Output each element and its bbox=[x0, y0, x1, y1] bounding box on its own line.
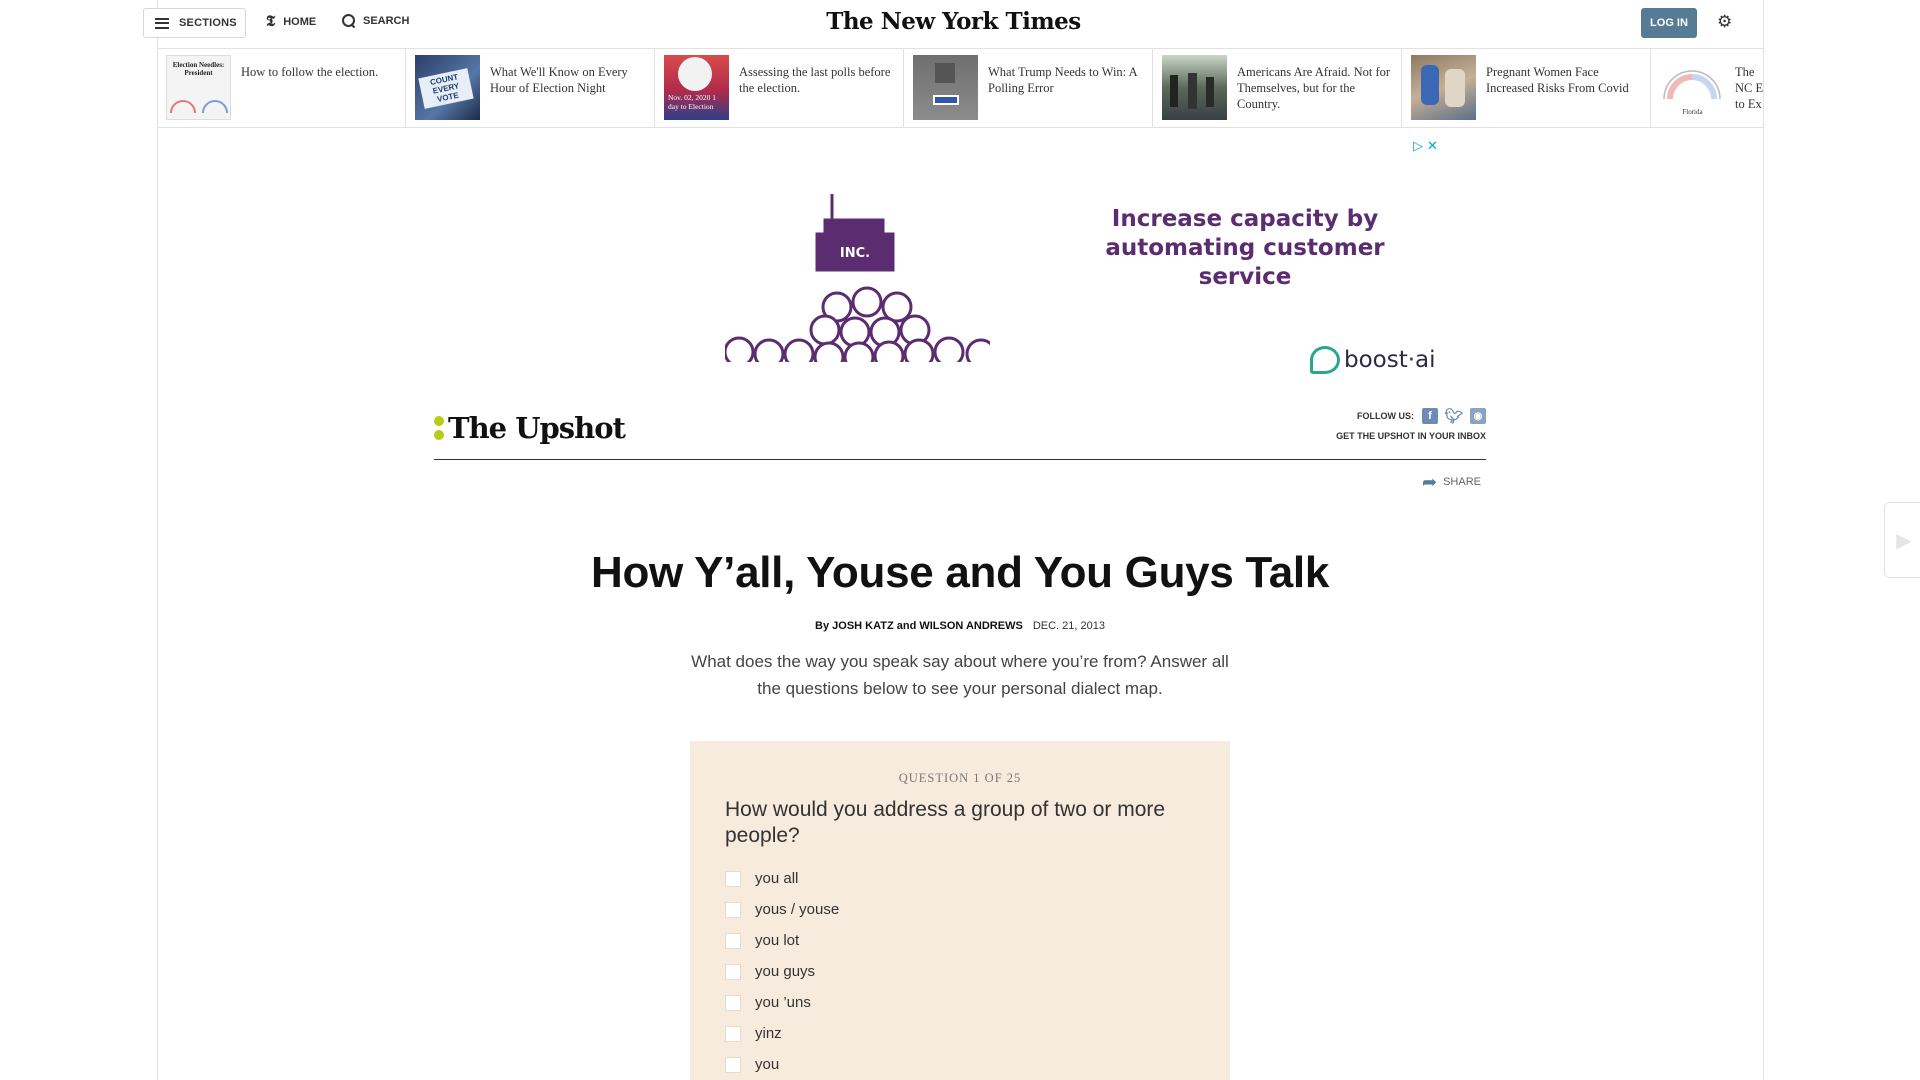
answer-label: you guys bbox=[755, 963, 816, 980]
ribbon-thumbnail: Election Needles: President bbox=[166, 55, 231, 120]
ribbon-title: How to follow the election. bbox=[241, 65, 379, 79]
share-arrow-icon: ➦ bbox=[1422, 472, 1438, 492]
chat-bubble-icon bbox=[1310, 346, 1340, 374]
needle-graphic bbox=[1663, 70, 1721, 100]
upshot-dots-icon bbox=[434, 416, 444, 440]
answer-label: yous / youse bbox=[755, 901, 840, 918]
home-label: HOME bbox=[283, 15, 317, 28]
ribbon-item[interactable]: COUNT EVERY VOTE What We'll Know on Ever… bbox=[406, 49, 655, 127]
facebook-icon[interactable]: f bbox=[1422, 408, 1438, 424]
sections-button[interactable]: SECTIONS bbox=[143, 8, 246, 38]
answer-options: you all yous / youse you lot you guys yo… bbox=[725, 863, 1185, 1080]
answer-label: yinz bbox=[755, 1025, 782, 1042]
byline-authors: By JOSH KATZ and WILSON ANDREWS bbox=[815, 620, 1023, 632]
next-article-tab[interactable]: ▶ bbox=[1884, 502, 1920, 578]
answer-checkbox[interactable] bbox=[725, 1025, 741, 1042]
ribbon-title: What We'll Know on Every Hour of Electio… bbox=[490, 65, 628, 95]
answer-option[interactable]: you lot bbox=[725, 925, 1185, 956]
thumbnail-caption: Election Needles: President bbox=[172, 61, 225, 77]
answer-checkbox[interactable] bbox=[725, 901, 741, 918]
answer-checkbox[interactable] bbox=[725, 932, 741, 949]
thumbnail-caption: Nov. 02, 2020 1 day to Election bbox=[668, 93, 717, 111]
answer-checkbox[interactable] bbox=[725, 994, 741, 1011]
answer-option[interactable]: yinz bbox=[725, 1018, 1185, 1049]
ad-brand-name: boost·ai bbox=[1344, 347, 1436, 373]
ribbon-item[interactable]: Pregnant Women Face Increased Risks From… bbox=[1402, 49, 1651, 127]
gear-icon[interactable]: ⚙ bbox=[1717, 13, 1732, 30]
rss-icon[interactable]: ◉ bbox=[1470, 408, 1486, 424]
story-ribbon: Election Needles: President How to follo… bbox=[157, 48, 1764, 128]
thumbnail-caption: Florida bbox=[1682, 108, 1703, 116]
close-icon[interactable]: ✕ bbox=[1427, 138, 1438, 154]
needle-graphic bbox=[170, 100, 228, 114]
sections-label: SECTIONS bbox=[179, 17, 237, 29]
answer-option[interactable]: you bbox=[725, 1049, 1185, 1080]
ribbon-item[interactable]: Florida The NC E to Ex bbox=[1651, 49, 1764, 127]
login-button[interactable]: LOG IN bbox=[1641, 8, 1697, 38]
ribbon-item[interactable]: What Trump Needs to Win: A Polling Error bbox=[904, 49, 1153, 127]
answer-option[interactable]: you ’uns bbox=[725, 987, 1185, 1018]
question-text: How would you address a group of two or … bbox=[725, 798, 1166, 847]
menu-icon bbox=[155, 17, 169, 29]
ribbon-title: The NC E to Ex bbox=[1735, 65, 1764, 111]
answer-checkbox[interactable] bbox=[725, 963, 741, 980]
ribbon-title: What Trump Needs to Win: A Polling Error bbox=[988, 65, 1137, 95]
answer-label: you bbox=[755, 1056, 780, 1073]
ribbon-thumbnail: Florida bbox=[1660, 55, 1725, 120]
ribbon-thumbnail bbox=[913, 55, 978, 120]
question-counter: QUESTION 1 OF 25 bbox=[898, 771, 1022, 785]
ad-choices[interactable]: ▷ ✕ bbox=[1413, 138, 1438, 154]
answer-option[interactable]: you guys bbox=[725, 956, 1185, 987]
answer-label: you all bbox=[755, 870, 799, 887]
ribbon-title: Pregnant Women Face Increased Risks From… bbox=[1486, 65, 1629, 95]
follow-block: FOLLOW US: f 🐦︎ ◉ GET THE UPSHOT IN YOUR… bbox=[1336, 406, 1486, 441]
ribbon-title: Assessing the last polls before the elec… bbox=[739, 65, 891, 95]
answer-option[interactable]: you all bbox=[725, 863, 1185, 894]
ribbon-item[interactable]: Election Needles: President How to follo… bbox=[157, 49, 406, 127]
home-link[interactable]: 𝕿 HOME bbox=[266, 14, 316, 29]
share-button[interactable]: ➦ SHARE bbox=[1422, 473, 1481, 491]
ribbon-item[interactable]: Nov. 02, 2020 1 day to Election Assessin… bbox=[655, 49, 904, 127]
adchoices-icon: ▷ bbox=[1413, 138, 1423, 153]
follow-label: FOLLOW US: bbox=[1357, 411, 1414, 421]
search-icon bbox=[342, 14, 355, 27]
answer-checkbox[interactable] bbox=[725, 1056, 741, 1073]
ribbon-thumbnail: Nov. 02, 2020 1 day to Election bbox=[664, 55, 729, 120]
publish-date: DEC. 21, 2013 bbox=[1032, 620, 1105, 632]
chevron-right-icon: ▶ bbox=[1896, 529, 1912, 552]
ribbon-thumbnail bbox=[1411, 55, 1476, 120]
byline: By JOSH KATZ and WILSON ANDREWS DEC. 21, … bbox=[560, 620, 1360, 632]
quiz-card: QUESTION 1 OF 25 How would you address a… bbox=[690, 741, 1230, 1080]
search-button[interactable]: SEARCH bbox=[342, 14, 409, 27]
search-label: SEARCH bbox=[363, 14, 410, 27]
share-label: SHARE bbox=[1443, 476, 1481, 488]
answer-checkbox[interactable] bbox=[725, 870, 741, 887]
ribbon-thumbnail: COUNT EVERY VOTE bbox=[415, 55, 480, 120]
thumbnail-caption: COUNT EVERY VOTE bbox=[418, 68, 474, 109]
newsletter-link[interactable]: GET THE UPSHOT IN YOUR INBOX bbox=[1336, 431, 1486, 441]
answer-option[interactable]: yous / youse bbox=[725, 894, 1185, 925]
nyt-logo[interactable]: The New York Times bbox=[826, 8, 1081, 35]
ribbon-thumbnail bbox=[1162, 55, 1227, 120]
ribbon-item[interactable]: Americans Are Afraid. Not for Themselves… bbox=[1153, 49, 1402, 127]
ad-art-label: INC. bbox=[840, 246, 870, 261]
upshot-name: The Upshot bbox=[448, 411, 626, 445]
answer-label: you lot bbox=[755, 932, 800, 949]
masthead: SECTIONS 𝕿 HOME SEARCH The New York Time… bbox=[143, 0, 1764, 48]
nyt-t-icon: 𝕿 bbox=[266, 12, 276, 30]
article-summary: What does the way you speak say about wh… bbox=[691, 652, 1229, 698]
ad-illustration: INC. bbox=[725, 194, 990, 362]
article-headline: How Y’all, Youse and You Guys Talk bbox=[590, 548, 1329, 597]
ribbon-title: Americans Are Afraid. Not for Themselves… bbox=[1237, 65, 1391, 111]
upshot-logo[interactable]: The Upshot bbox=[434, 411, 626, 445]
upshot-header: The Upshot FOLLOW US: f 🐦︎ ◉ GET THE UPS… bbox=[434, 406, 1486, 460]
answer-label: you ’uns bbox=[755, 994, 811, 1011]
ad-headline[interactable]: Increase capacity by automating customer… bbox=[1060, 205, 1430, 292]
twitter-icon[interactable]: 🐦︎ bbox=[1444, 408, 1463, 425]
ad-brand[interactable]: boost·ai bbox=[1310, 346, 1436, 374]
